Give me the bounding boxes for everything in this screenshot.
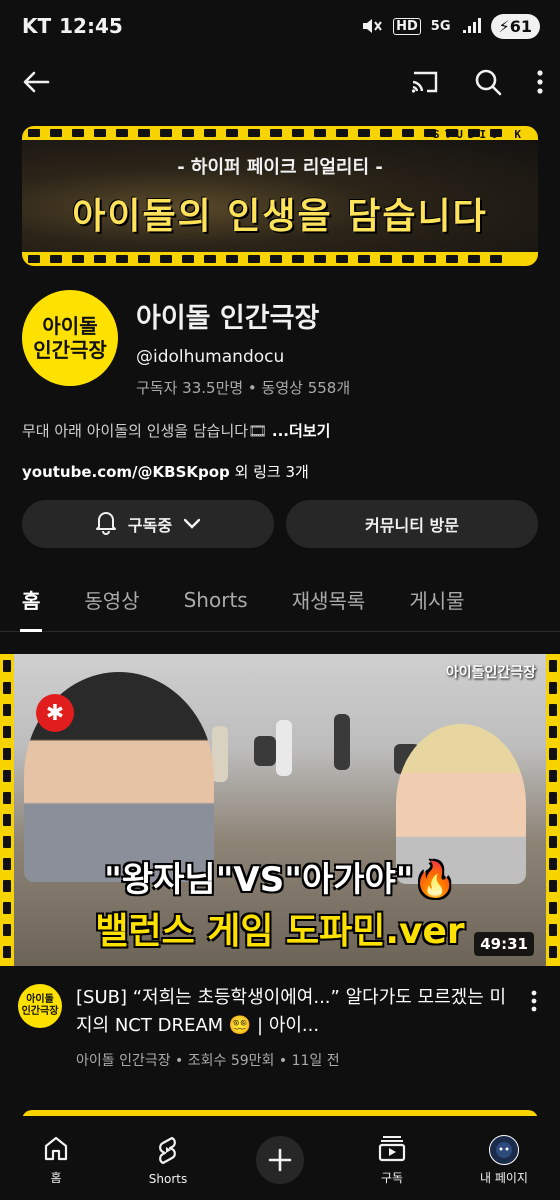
- channel-name: 아이돌 인간극장: [136, 303, 320, 334]
- film-strip-bottom: [22, 252, 538, 266]
- thumb-logo: 아이돌인간극장: [445, 665, 536, 681]
- signal-icon: [461, 17, 481, 35]
- thumb-film-left: [0, 654, 14, 966]
- description-text: 무대 아래 아이돌의 인생을 담습니다🎞: [22, 422, 268, 440]
- banner-artwork: STUDIO K - 하이퍼 페이크 리얼리티 - 아이돌의 인생을 담습니다: [22, 128, 538, 252]
- chevron-down-icon: [182, 515, 202, 534]
- more-link[interactable]: ...더보기: [272, 422, 331, 440]
- carrier-label: KT: [22, 14, 52, 38]
- dancer-figure: [276, 720, 292, 776]
- dancer-figure: [254, 736, 276, 766]
- status-left: KT 12:45: [22, 14, 123, 38]
- video-stats: 아이돌 인간극장 • 조회수 59만회 • 11일 전: [76, 1053, 340, 1069]
- video-duration: 49:31: [474, 932, 534, 956]
- nav-subscriptions[interactable]: 구독: [347, 1134, 437, 1186]
- 5g-icon: 5G: [430, 18, 451, 34]
- top-actions: [410, 68, 544, 96]
- video-thumbnail[interactable]: 아이돌인간극장 ✱ "왕자님"VS"아가야"🔥 밸런스 게임 도파민.ver 4…: [0, 654, 560, 966]
- video-avatar-text: 아이돌 인간극장: [21, 994, 59, 1017]
- channel-avatar[interactable]: 아이돌 인간극장: [22, 290, 118, 386]
- nav-home-label: 홈: [50, 1171, 62, 1185]
- tab-shorts[interactable]: Shorts: [162, 568, 270, 631]
- video-title[interactable]: [SUB] “저희는 초등학생이에여...” 알다가도 모르겠는 미지의 NCT…: [76, 984, 508, 1040]
- nav-mypage-label: 내 페이지: [480, 1170, 528, 1185]
- video-text[interactable]: [SUB] “저희는 초등학생이에여...” 알다가도 모르겠는 미지의 NCT…: [76, 984, 508, 1070]
- nav-mypage[interactable]: 내 페이지: [459, 1134, 549, 1186]
- anger-emoji-icon: ✱: [36, 694, 74, 732]
- action-buttons: 구독중 커뮤니티 방문: [0, 500, 560, 548]
- mute-icon: [361, 17, 383, 35]
- profile-avatar-icon: [489, 1134, 519, 1165]
- link-count: 외 링크 3개: [229, 463, 309, 481]
- channel-link[interactable]: youtube.com/@KBSKpop: [22, 463, 230, 481]
- subscriptions-icon: [377, 1134, 407, 1165]
- channel-text: 아이돌 인간극장 @idolhumandocu 구독자 33.5만명 • 동영상…: [136, 290, 350, 398]
- thumb-film-right: [546, 654, 560, 966]
- video-channel-avatar[interactable]: 아이돌 인간극장: [18, 984, 62, 1028]
- thumb-caption-1: "왕자님"VS"아가야"🔥: [104, 860, 456, 900]
- channel-links[interactable]: youtube.com/@KBSKpop 외 링크 3개: [0, 461, 560, 482]
- status-right: HD 5G ⚡61: [361, 13, 540, 39]
- thumb-image: 아이돌인간극장 ✱ "왕자님"VS"아가야"🔥 밸런스 게임 도파민.ver 4…: [14, 654, 546, 966]
- channel-tabs: 홈 동영상 Shorts 재생목록 게시물: [0, 568, 560, 632]
- more-vert-icon[interactable]: [536, 69, 544, 95]
- tab-posts[interactable]: 게시물: [387, 568, 486, 631]
- cast-icon[interactable]: [410, 69, 440, 95]
- nav-shorts[interactable]: Shorts: [123, 1135, 213, 1186]
- home-icon: [42, 1134, 70, 1165]
- community-button[interactable]: 커뮤니티 방문: [286, 500, 538, 548]
- clock: 12:45: [59, 14, 123, 38]
- dancer-figure: [334, 714, 350, 770]
- battery-indicator: ⚡61: [490, 13, 540, 39]
- dancer-figure: [212, 726, 228, 782]
- top-app-bar: [0, 52, 560, 112]
- thumb-caption-2: 밸런스 게임 도파민.ver: [95, 911, 465, 952]
- nav-create[interactable]: [235, 1136, 325, 1184]
- channel-banner: STUDIO K - 하이퍼 페이크 리얼리티 - 아이돌의 인생을 담습니다: [22, 126, 538, 266]
- shorts-icon: [155, 1135, 181, 1168]
- banner-studio-label: STUDIO K: [433, 128, 526, 141]
- video-meta: 아이돌 인간극장 [SUB] “저희는 초등학생이에여...” 알다가도 모르겠…: [0, 966, 560, 1070]
- subscribed-label: 구독중: [127, 516, 173, 535]
- channel-description[interactable]: 무대 아래 아이돌의 인생을 담습니다🎞 ...더보기: [0, 420, 560, 441]
- subscribed-button[interactable]: 구독중: [22, 500, 274, 548]
- bell-icon: [94, 509, 118, 539]
- plus-icon: [256, 1136, 304, 1184]
- nav-shorts-label: Shorts: [148, 1171, 188, 1186]
- video-more-icon[interactable]: [522, 984, 546, 1070]
- bottom-nav: 홈 Shorts 구독 내 페이지: [0, 1116, 560, 1200]
- hd-voice-icon: HD: [393, 17, 421, 35]
- back-arrow-icon[interactable]: [22, 70, 50, 94]
- nav-home[interactable]: 홈: [11, 1134, 101, 1186]
- channel-handle: @idolhumandocu: [136, 347, 285, 367]
- channel-header: 아이돌 인간극장 아이돌 인간극장 @idolhumandocu 구독자 33.…: [0, 266, 560, 398]
- community-label: 커뮤니티 방문: [365, 516, 459, 535]
- tab-home[interactable]: 홈: [0, 568, 62, 632]
- banner-subtitle: - 하이퍼 페이크 리얼리티 -: [177, 157, 383, 178]
- tab-videos[interactable]: 동영상: [62, 568, 161, 631]
- nav-subscriptions-label: 구독: [380, 1171, 404, 1185]
- battery-level: 61: [509, 16, 532, 36]
- status-bar: KT 12:45 HD 5G ⚡61: [0, 0, 560, 52]
- banner-title: 아이돌의 인생을 담습니다: [72, 196, 488, 237]
- tab-playlists[interactable]: 재생목록: [270, 568, 388, 631]
- search-icon[interactable]: [474, 68, 502, 96]
- channel-stats: 구독자 33.5만명 • 동영상 558개: [136, 379, 351, 397]
- avatar-logo-text: 아이돌 인간극장: [33, 314, 107, 362]
